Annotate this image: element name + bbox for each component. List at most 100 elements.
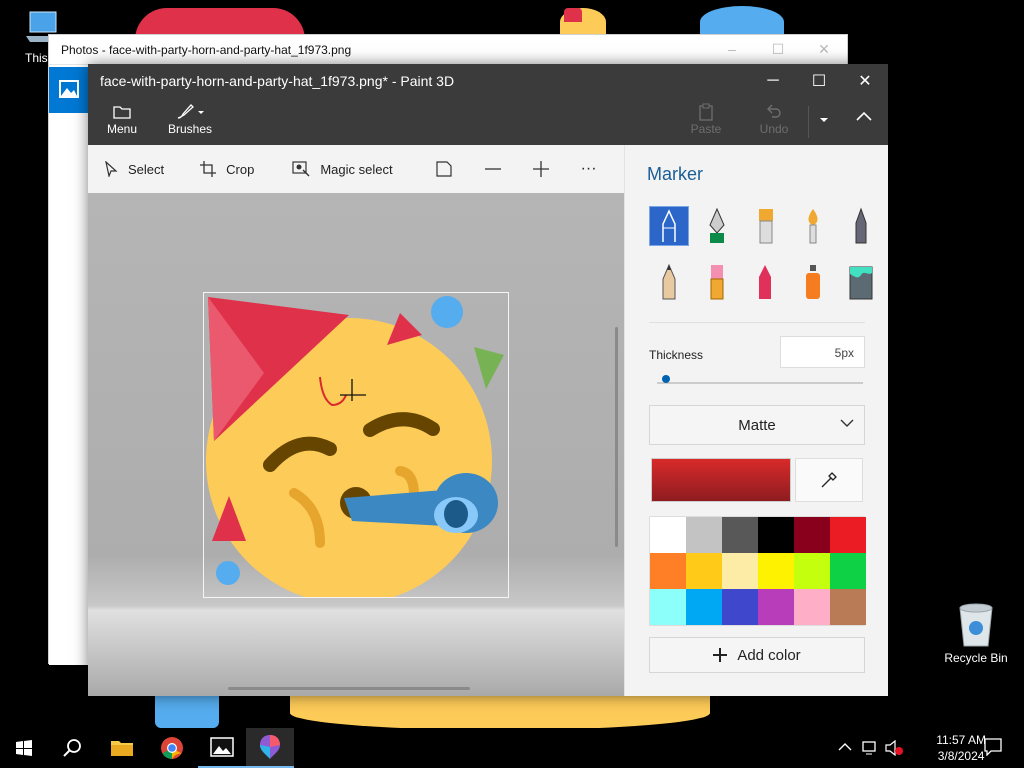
color-swatch[interactable] xyxy=(722,553,758,589)
canvas-area[interactable] xyxy=(88,193,624,696)
crop-tool[interactable]: Crop xyxy=(200,161,254,177)
brush-eraser[interactable] xyxy=(697,262,737,302)
system-clock[interactable]: 11:57 AM 3/8/2024 xyxy=(936,732,986,764)
windows-icon xyxy=(16,740,32,756)
current-color-swatch[interactable] xyxy=(651,458,791,502)
brushes-label: Brushes xyxy=(167,122,213,136)
brush-pixel-pen[interactable] xyxy=(841,206,881,246)
color-swatch[interactable] xyxy=(722,589,758,625)
taskbar-file-explorer[interactable] xyxy=(98,728,146,768)
close-button[interactable]: ✕ xyxy=(842,64,888,98)
minus-icon xyxy=(484,168,501,170)
chevron-down-icon xyxy=(840,419,854,427)
color-swatch[interactable] xyxy=(650,553,686,589)
color-swatch[interactable] xyxy=(650,589,686,625)
brush-watercolor[interactable] xyxy=(793,206,833,246)
color-swatch[interactable] xyxy=(794,589,830,625)
menu-button[interactable]: Menu xyxy=(102,102,142,136)
taskbar-chrome[interactable] xyxy=(148,728,196,768)
color-swatch[interactable] xyxy=(650,517,686,553)
color-swatch[interactable] xyxy=(794,553,830,589)
zoom-in-button[interactable] xyxy=(532,161,549,177)
brush-calligraphy-pen[interactable] xyxy=(697,206,737,246)
volume-muted-icon[interactable] xyxy=(884,739,904,759)
finish-value: Matte xyxy=(738,416,776,434)
clock-time: 11:57 AM xyxy=(936,733,986,747)
zoom-out-button[interactable] xyxy=(484,161,501,177)
thickness-slider-track[interactable] xyxy=(657,382,863,384)
more-options-button[interactable]: ··· xyxy=(581,160,597,178)
color-swatch[interactable] xyxy=(758,553,794,589)
brush-oil[interactable] xyxy=(745,206,785,246)
party-face-image xyxy=(206,296,504,604)
flag-icon xyxy=(435,161,452,177)
clock-date: 3/8/2024 xyxy=(937,749,985,763)
color-swatch[interactable] xyxy=(686,517,722,553)
wallpaper-face-bottom xyxy=(290,696,710,730)
color-swatch[interactable] xyxy=(830,589,866,625)
color-swatch[interactable] xyxy=(686,553,722,589)
magic-select-tool[interactable]: Magic select xyxy=(292,161,393,177)
taskbar-photos[interactable] xyxy=(198,728,246,768)
vertical-scrollbar[interactable] xyxy=(615,327,618,547)
desktop-icon-recycle-bin[interactable]: Recycle Bin xyxy=(940,602,1012,665)
chevron-up-icon xyxy=(856,111,872,121)
brushes-button[interactable]: Brushes xyxy=(166,102,214,136)
watercolor-icon xyxy=(808,209,818,244)
brush-pencil[interactable] xyxy=(649,262,689,302)
brush-fill[interactable] xyxy=(841,262,881,302)
minimize-button[interactable]: ─ xyxy=(750,64,796,98)
pixel-pen-icon xyxy=(855,207,867,244)
eyedropper-button[interactable] xyxy=(795,458,863,502)
color-swatch[interactable] xyxy=(830,517,866,553)
show-hidden-icons-button[interactable] xyxy=(838,740,852,754)
select-tool[interactable]: Select xyxy=(104,161,164,177)
confetti-blue-bottom xyxy=(216,561,240,585)
brush-panel: Marker Thickness 5px Matte Add color xyxy=(624,145,888,696)
color-swatch[interactable] xyxy=(758,517,794,553)
finish-dropdown[interactable]: Matte xyxy=(649,405,865,445)
color-swatch[interactable] xyxy=(686,589,722,625)
brush-crayon[interactable] xyxy=(745,262,785,302)
collapse-ribbon-button[interactable] xyxy=(850,110,878,124)
history-dropdown-button[interactable] xyxy=(810,112,838,126)
sticker-tool[interactable] xyxy=(435,161,453,177)
color-swatch[interactable] xyxy=(794,517,830,553)
action-center-button[interactable] xyxy=(984,738,1002,759)
photos-close-button[interactable]: ✕ xyxy=(801,41,847,58)
paste-button[interactable]: Paste xyxy=(686,102,726,136)
panel-divider xyxy=(649,322,865,323)
search-button[interactable] xyxy=(48,728,96,768)
color-swatch[interactable] xyxy=(722,517,758,553)
maximize-button[interactable]: ☐ xyxy=(796,64,842,98)
undo-icon xyxy=(767,104,781,118)
start-button[interactable] xyxy=(0,728,48,768)
undo-button[interactable]: Undo xyxy=(754,102,794,136)
paste-label: Paste xyxy=(690,122,722,136)
ribbon-separator xyxy=(808,106,809,138)
chrome-icon xyxy=(161,737,183,759)
eraser-icon xyxy=(710,265,724,300)
horizontal-scrollbar[interactable] xyxy=(228,687,470,690)
add-color-button[interactable]: Add color xyxy=(649,637,865,673)
wallpaper-face-emoji xyxy=(560,8,606,36)
color-swatch[interactable] xyxy=(758,589,794,625)
brush-spray-can[interactable] xyxy=(793,262,833,302)
thickness-input[interactable]: 5px xyxy=(780,336,865,368)
more-icon: ··· xyxy=(580,160,597,177)
folder-icon xyxy=(111,741,133,756)
photos-icon xyxy=(210,737,234,757)
photos-minimize-button[interactable]: – xyxy=(709,41,755,58)
canvas-image[interactable] xyxy=(203,292,509,604)
confetti-triangle-green xyxy=(474,347,504,389)
photos-maximize-button[interactable]: ☐ xyxy=(755,41,801,58)
magic-select-icon xyxy=(292,161,310,177)
plus-icon xyxy=(713,648,728,662)
color-swatch[interactable] xyxy=(830,553,866,589)
network-icon[interactable] xyxy=(862,740,880,759)
brush-marker[interactable] xyxy=(649,206,689,246)
thickness-slider-thumb[interactable] xyxy=(662,375,670,383)
paint3d-titlebar: face-with-party-horn-and-party-hat_1f973… xyxy=(88,64,888,98)
taskbar-paint3d[interactable] xyxy=(246,728,294,768)
panel-title: Marker xyxy=(647,164,704,184)
